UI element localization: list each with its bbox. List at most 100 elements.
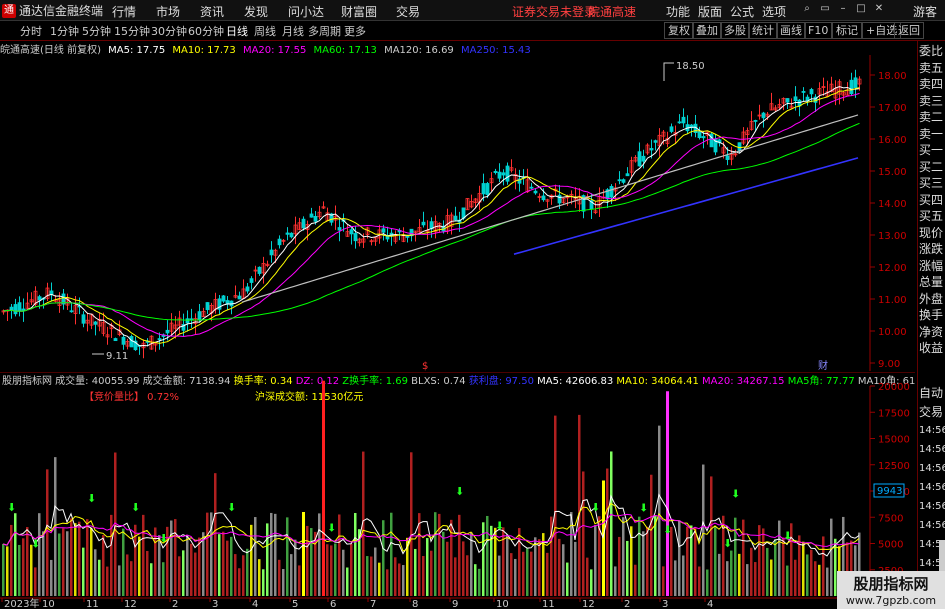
date-label: 6 [330, 599, 336, 609]
volume-bar [594, 525, 597, 596]
period-weekly[interactable]: 周线 [254, 23, 276, 39]
volume-bar [226, 540, 229, 596]
stock-notice[interactable]: 皖通高速 [588, 3, 636, 20]
volume-bar [338, 514, 341, 596]
trade-time-label: 14:56 [919, 501, 945, 512]
sub-header-field: 股朋指标网 [2, 374, 52, 387]
minimize-icon[interactable]: – [837, 3, 849, 15]
quote-panel-label: 委比 [919, 44, 944, 58]
sub-header-field: DZ: 0.12 [293, 376, 340, 387]
signal-arrow-icon: ⬇ [783, 530, 792, 543]
volume-bar [222, 531, 225, 596]
signal-arrow-icon: ⬇ [227, 501, 236, 514]
multi-stock-button[interactable]: 多股 [720, 22, 750, 39]
price-tick-label: 18.00 [878, 71, 907, 82]
guest-label[interactable]: 游客 [913, 3, 937, 20]
watermark-title: 股朋指标网 [853, 575, 929, 593]
candle [17, 302, 22, 312]
period-daily[interactable]: 日线 [226, 23, 248, 39]
volume-bar [170, 520, 173, 596]
quote-panel: 委比 卖五 卖四 卖三 卖二 卖一 买一 买二 买三 买四 买五 现价 涨跌 涨幅 总量 外盘 换手 净资 收益 自动… [917, 41, 945, 609]
volume-bar [126, 554, 129, 596]
quote-panel-label: 买五 [919, 209, 944, 223]
period-monthly[interactable]: 月线 [282, 23, 304, 39]
mark-button[interactable]: 标记 [832, 22, 862, 39]
maximize-icon[interactable]: □ [855, 3, 867, 15]
volume-bar [498, 555, 501, 596]
date-label: 10 [496, 599, 509, 609]
menu-formula[interactable]: 公式 [730, 3, 754, 20]
watermark-url: www.7gpzb.com [845, 594, 937, 607]
volume-bar [662, 566, 665, 596]
volume-bar [458, 514, 461, 596]
volume-bar [506, 534, 509, 596]
volume-bar [414, 548, 417, 596]
period-more[interactable]: 更多 [344, 23, 366, 39]
menu-options[interactable]: 选项 [762, 3, 786, 20]
volume-bar [330, 545, 333, 596]
volume-bar [254, 517, 257, 596]
volume-chart[interactable]: 股朋指标网 成交量: 40055.99 成交金额: 7138.94 换手率: 0… [0, 372, 915, 609]
volume-bar [6, 546, 9, 596]
menu-wealth[interactable]: 财富圈 [341, 3, 377, 20]
candle [753, 120, 758, 122]
candle [289, 232, 294, 238]
menu-trade[interactable]: 交易 [396, 3, 420, 20]
stats-button[interactable]: 统计 [748, 22, 778, 39]
period-60min[interactable]: 60分钟 [188, 23, 224, 39]
close-icon[interactable]: ✕ [873, 3, 885, 15]
sub-header-field: 成交量: 40055.99 [52, 374, 139, 387]
candle [309, 213, 314, 218]
candle [697, 131, 702, 138]
volume-bar [274, 513, 277, 596]
period-1min[interactable]: 1分钟 [50, 23, 79, 39]
candle [157, 338, 162, 340]
menu-function[interactable]: 功能 [666, 3, 690, 20]
candle [637, 151, 642, 167]
period-toolbar: 分时 1分钟 5分钟 15分钟 30分钟 60分钟 日线 周线 月线 多周期 更… [0, 21, 945, 41]
title-bar: 通 通达信金融终端 行情 市场 资讯 发现 问小达 财富圈 交易 证券交易未登录… [0, 0, 945, 21]
menu-discover[interactable]: 发现 [244, 3, 268, 20]
candle [853, 77, 858, 89]
f10-button[interactable]: F10 [804, 22, 833, 39]
period-5min[interactable]: 5分钟 [82, 23, 111, 39]
volume-bar [558, 538, 561, 596]
menu-market[interactable]: 市场 [156, 3, 180, 20]
candle [13, 304, 18, 315]
period-30min[interactable]: 30分钟 [151, 23, 187, 39]
login-status[interactable]: 证券交易未登录 [512, 3, 596, 20]
volume-bar [442, 531, 445, 596]
vol-tick-label: 7500 [878, 513, 903, 524]
quote-panel-label: 涨幅 [919, 258, 944, 273]
volume-bar [478, 568, 481, 596]
period-multi[interactable]: 多周期 [308, 23, 341, 39]
volume-bar [574, 541, 577, 596]
volume-bar [202, 532, 205, 596]
fuquan-button[interactable]: 复权 [664, 22, 694, 39]
volume-bar [118, 565, 121, 596]
volume-bar [154, 527, 157, 596]
menu-news[interactable]: 资讯 [200, 3, 224, 20]
back-button[interactable]: 返回 [894, 22, 924, 39]
draw-button[interactable]: 画线 [776, 22, 806, 39]
search-icon[interactable]: ⌕ [801, 3, 813, 15]
menu-hq[interactable]: 行情 [112, 3, 136, 20]
restore-icon[interactable]: ▭ [819, 3, 831, 15]
menu-ask[interactable]: 问小达 [288, 3, 324, 20]
volume-bar [702, 464, 705, 596]
period-fenshi[interactable]: 分时 [20, 23, 42, 39]
candle [677, 121, 682, 124]
volume-bar [822, 536, 825, 596]
volume-bar [578, 414, 581, 596]
volume-bar [446, 541, 449, 596]
price-tick-label: 17.00 [878, 103, 907, 114]
volume-bar [138, 536, 141, 596]
volume-bar [194, 552, 197, 596]
overlay-button[interactable]: 叠加 [692, 22, 722, 39]
menu-layout[interactable]: 版面 [698, 3, 722, 20]
volume-bar [74, 523, 77, 596]
volume-bar [410, 452, 413, 596]
period-15min[interactable]: 15分钟 [114, 23, 150, 39]
kline-chart[interactable]: 18.00 17.00 16.00 15.00 14.00 13.00 12.00 11.00… [0, 41, 915, 371]
ma10-line [3, 87, 860, 344]
